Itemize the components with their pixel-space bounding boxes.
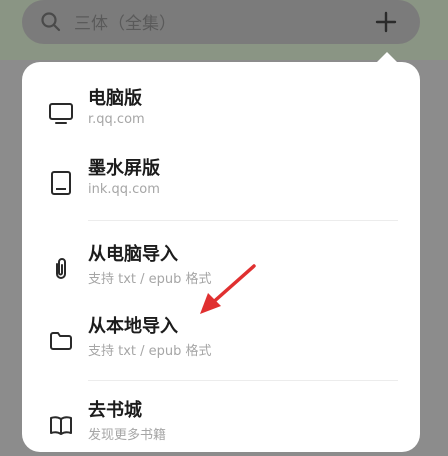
annotation-arrow xyxy=(200,264,256,314)
